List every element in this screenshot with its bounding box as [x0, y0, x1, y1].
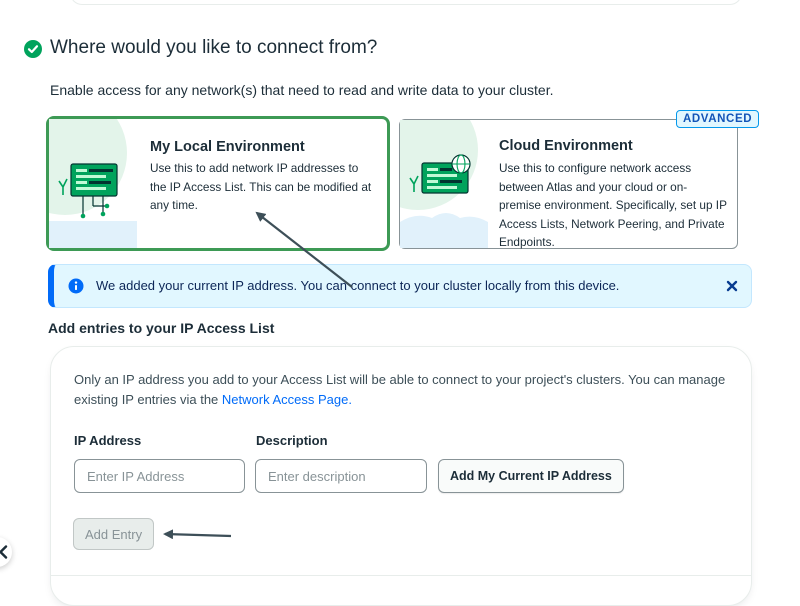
- advanced-badge: ADVANCED: [676, 110, 760, 128]
- ip-access-list-card: Only an IP address you add to your Acces…: [50, 346, 752, 606]
- close-icon[interactable]: [723, 277, 741, 295]
- side-nav-toggle-button[interactable]: [0, 537, 12, 567]
- description-input[interactable]: [255, 459, 427, 493]
- ip-access-list-description: Only an IP address you add to your Acces…: [74, 370, 734, 410]
- ip-access-list-description-text: Only an IP address you add to your Acces…: [74, 372, 726, 407]
- section-title: Where would you like to connect from?: [50, 37, 378, 58]
- check-circle-icon: [24, 40, 42, 58]
- chevron-left-icon: [0, 545, 8, 559]
- local-environment-card[interactable]: My Local Environment Use this to add net…: [46, 116, 390, 251]
- description-label: Description: [256, 433, 328, 448]
- info-banner-text: We added your current IP address. You ca…: [96, 278, 620, 293]
- section-description: Enable access for any network(s) that ne…: [50, 82, 554, 98]
- ip-address-input[interactable]: [74, 459, 245, 493]
- local-environment-illustration: [49, 119, 137, 248]
- ip-address-label: IP Address: [74, 433, 142, 448]
- local-environment-description: Use this to add network IP addresses to …: [150, 161, 372, 212]
- info-banner: We added your current IP address. You ca…: [48, 264, 752, 308]
- ip-access-list-heading: Add entries to your IP Access List: [48, 320, 275, 336]
- add-entry-button[interactable]: Add Entry: [73, 518, 155, 550]
- cloud-environment-description: Use this to configure network access bet…: [499, 161, 727, 249]
- network-access-page-link[interactable]: Network Access Page.: [222, 392, 352, 407]
- add-my-current-ip-button[interactable]: Add My Current IP Address: [438, 459, 624, 493]
- card-divider: [51, 575, 751, 576]
- previous-card-edge: [70, 0, 742, 5]
- cloud-environment-title: Cloud Environment: [499, 138, 633, 154]
- info-icon: [68, 278, 84, 294]
- cloud-environment-card[interactable]: Cloud Environment Use this to configure …: [399, 119, 738, 249]
- local-environment-title: My Local Environment: [150, 139, 305, 155]
- cloud-environment-illustration: [400, 120, 488, 248]
